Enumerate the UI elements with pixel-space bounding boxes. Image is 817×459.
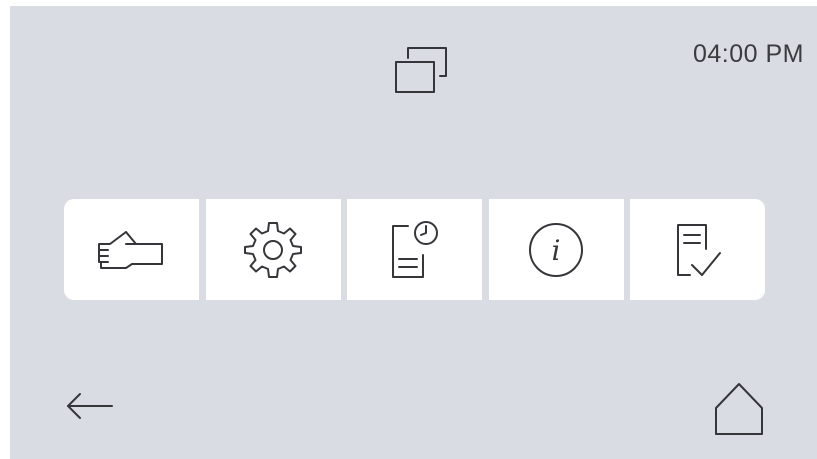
- clock-time: 04:00 PM: [692, 40, 804, 68]
- info-glyph: i: [552, 234, 561, 267]
- hand-icon: [97, 230, 163, 269]
- info-button[interactable]: i: [488, 199, 624, 300]
- home-button[interactable]: [712, 378, 766, 438]
- main-toolbar: i: [64, 199, 765, 300]
- settings-button[interactable]: [205, 199, 341, 300]
- info-icon: i: [529, 222, 583, 277]
- document-check-icon: [676, 223, 721, 276]
- windows-stack-icon: [395, 47, 447, 93]
- history-log-button[interactable]: [347, 199, 482, 300]
- manual-mode-button[interactable]: [64, 199, 199, 300]
- document-clock-icon: [391, 220, 438, 278]
- checklist-button[interactable]: [630, 199, 765, 300]
- gear-icon: [244, 221, 302, 278]
- arrow-left-icon: [67, 393, 113, 419]
- window-switch-button[interactable]: [382, 40, 462, 102]
- back-button[interactable]: [64, 384, 120, 428]
- home-icon: [715, 383, 763, 435]
- device-screen: 04:00 PM i: [10, 6, 817, 459]
